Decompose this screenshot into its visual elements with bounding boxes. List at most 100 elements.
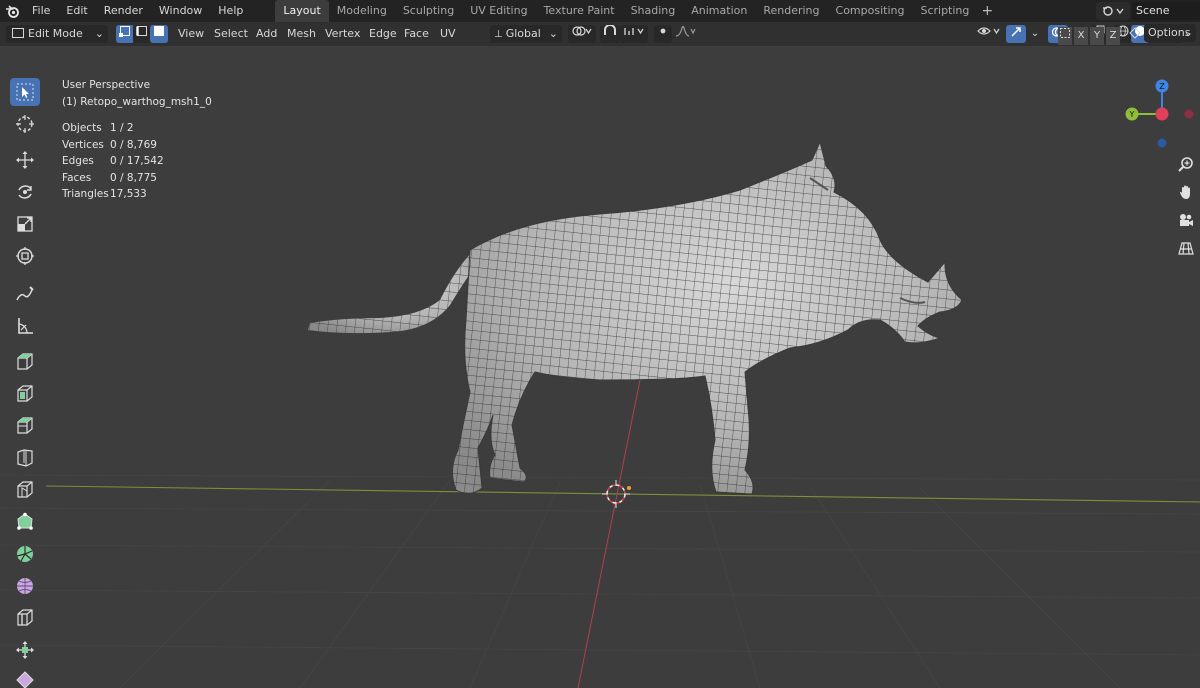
- menu-render[interactable]: Render: [96, 0, 151, 22]
- chevron-down-icon[interactable]: ⌄: [1028, 25, 1042, 43]
- chevron-down-icon: ⌄: [548, 27, 558, 40]
- mesh-symmetry-icon[interactable]: [1128, 27, 1142, 45]
- add-workspace-button[interactable]: +: [977, 0, 997, 22]
- rotate-icon[interactable]: [10, 178, 40, 206]
- move-icon[interactable]: [10, 146, 40, 174]
- pivot-point-icon[interactable]: [568, 25, 596, 43]
- tab-compositing[interactable]: Compositing: [828, 0, 913, 22]
- chevron-down-icon: ⌄: [1183, 26, 1193, 39]
- tab-layout[interactable]: Layout: [275, 0, 329, 22]
- mirror-x-toggle[interactable]: X: [1074, 27, 1088, 45]
- snap-icon[interactable]: [600, 24, 620, 43]
- cursor-icon[interactable]: [10, 110, 40, 138]
- inset-icon[interactable]: [10, 412, 40, 440]
- gizmo-toggle-icon[interactable]: [1006, 25, 1026, 43]
- gizmo-neg-x-icon[interactable]: [1184, 109, 1194, 119]
- bevel-icon[interactable]: [10, 444, 40, 472]
- object-name: (1) Retopo_warthog_msh1_0: [62, 95, 212, 108]
- stat-vertices: Vertices 0 / 8,769: [62, 137, 212, 154]
- face-select-icon[interactable]: [150, 25, 168, 43]
- loop-cut-icon[interactable]: [10, 476, 40, 504]
- tab-rendering[interactable]: Rendering: [755, 0, 827, 22]
- mirror-z-toggle[interactable]: Z: [1106, 27, 1120, 45]
- scene-name-field[interactable]: Scene: [1132, 2, 1200, 20]
- navigation-gizmo[interactable]: Z Y: [1125, 79, 1194, 148]
- viewport-info-overlay: User Perspective (1) Retopo_warthog_msh1…: [62, 77, 212, 203]
- smooth-icon[interactable]: [10, 572, 40, 600]
- gizmo-x-icon[interactable]: [1155, 107, 1169, 121]
- menu-uv[interactable]: UV: [435, 25, 461, 43]
- gizmo-y-label: Y: [1129, 110, 1135, 119]
- transform-icon[interactable]: [10, 242, 40, 270]
- scene-icon[interactable]: [1096, 2, 1130, 20]
- view-name: User Perspective: [62, 79, 151, 91]
- tab-uv-editing[interactable]: UV Editing: [462, 0, 535, 22]
- mode-dropdown[interactable]: Edit Mode ⌄: [8, 25, 108, 43]
- annotate-icon[interactable]: [10, 280, 40, 308]
- shear-icon[interactable]: [10, 666, 40, 688]
- stat-triangles: Triangles 17,533: [62, 186, 212, 203]
- stat-value: 17,533: [110, 188, 147, 200]
- tab-texture-paint[interactable]: Texture Paint: [536, 0, 623, 22]
- shrink-fatten-icon[interactable]: [10, 636, 40, 664]
- gizmo-z-label: Z: [1159, 82, 1165, 91]
- edge-slide-icon[interactable]: [10, 604, 40, 632]
- stat-label: Objects: [62, 122, 102, 134]
- spin-icon[interactable]: [10, 540, 40, 568]
- menu-help[interactable]: Help: [210, 0, 251, 22]
- scene-selector: Scene: [1096, 0, 1200, 22]
- vertex-select-icon[interactable]: [116, 25, 134, 43]
- edge-select-icon[interactable]: [133, 25, 151, 43]
- edit-mode-icon: [12, 28, 24, 38]
- tab-animation[interactable]: Animation: [683, 0, 755, 22]
- menu-vertex[interactable]: Vertex: [320, 25, 365, 43]
- poly-build-icon[interactable]: [10, 508, 40, 536]
- tab-sculpting[interactable]: Sculpting: [395, 0, 462, 22]
- transform-orientation-dropdown[interactable]: ⊥ Global ⌄: [490, 25, 562, 43]
- menu-edit[interactable]: Edit: [58, 0, 95, 22]
- menu-window[interactable]: Window: [151, 0, 210, 22]
- proportional-edit-icon[interactable]: [654, 25, 672, 43]
- mirror-icon[interactable]: [1058, 27, 1072, 45]
- menu-select[interactable]: Select: [209, 25, 253, 43]
- select-box-icon[interactable]: [10, 78, 40, 106]
- top-menu-bar: File Edit Render Window Help Layout Mode…: [0, 0, 1200, 22]
- stat-label: Triangles: [62, 188, 109, 200]
- tab-shading[interactable]: Shading: [623, 0, 684, 22]
- measure-icon[interactable]: [10, 312, 40, 340]
- chevron-down-icon: ⌄: [94, 27, 104, 40]
- mirror-y-toggle[interactable]: Y: [1090, 27, 1104, 45]
- zoom-icon[interactable]: [1174, 152, 1198, 176]
- pan-hand-icon[interactable]: [1174, 180, 1198, 204]
- warthog-mesh: [308, 140, 963, 495]
- menu-view[interactable]: View: [173, 25, 209, 43]
- menu-file[interactable]: File: [24, 0, 58, 22]
- tab-modeling[interactable]: Modeling: [329, 0, 395, 22]
- menu-edge[interactable]: Edge: [364, 25, 402, 43]
- visibility-icon[interactable]: [976, 25, 1002, 43]
- y-axis-line: [577, 379, 641, 688]
- stat-label: Vertices: [62, 138, 104, 151]
- workspace-tabs: Layout Modeling Sculpting UV Editing Tex…: [275, 0, 997, 22]
- stat-label: Edges: [62, 155, 94, 167]
- camera-view-icon[interactable]: [1174, 208, 1198, 232]
- menu-add[interactable]: Add: [251, 25, 282, 43]
- falloff-icon[interactable]: [674, 25, 698, 43]
- stat-value: 1 / 2: [110, 122, 134, 134]
- menu-face[interactable]: Face: [399, 25, 434, 43]
- menu-mesh[interactable]: Mesh: [282, 25, 321, 43]
- add-cube-icon[interactable]: [10, 348, 40, 376]
- snap-target-icon[interactable]: [620, 25, 648, 43]
- stat-value: 0 / 17,542: [110, 155, 164, 167]
- tab-scripting[interactable]: Scripting: [912, 0, 977, 22]
- scale-icon[interactable]: [10, 210, 40, 238]
- gizmo-neg-z-icon[interactable]: [1157, 138, 1167, 148]
- stat-faces: Faces 0 / 8,775: [62, 170, 212, 187]
- mode-label: Edit Mode: [28, 27, 83, 40]
- stat-value: 0 / 8,769: [110, 138, 157, 151]
- options-dropdown[interactable]: Options ⌄: [1144, 24, 1196, 42]
- stat-value: 0 / 8,775: [110, 171, 157, 184]
- blender-logo-icon[interactable]: [0, 0, 24, 22]
- perspective-grid-icon[interactable]: [1174, 236, 1198, 260]
- extrude-icon[interactable]: [10, 380, 40, 408]
